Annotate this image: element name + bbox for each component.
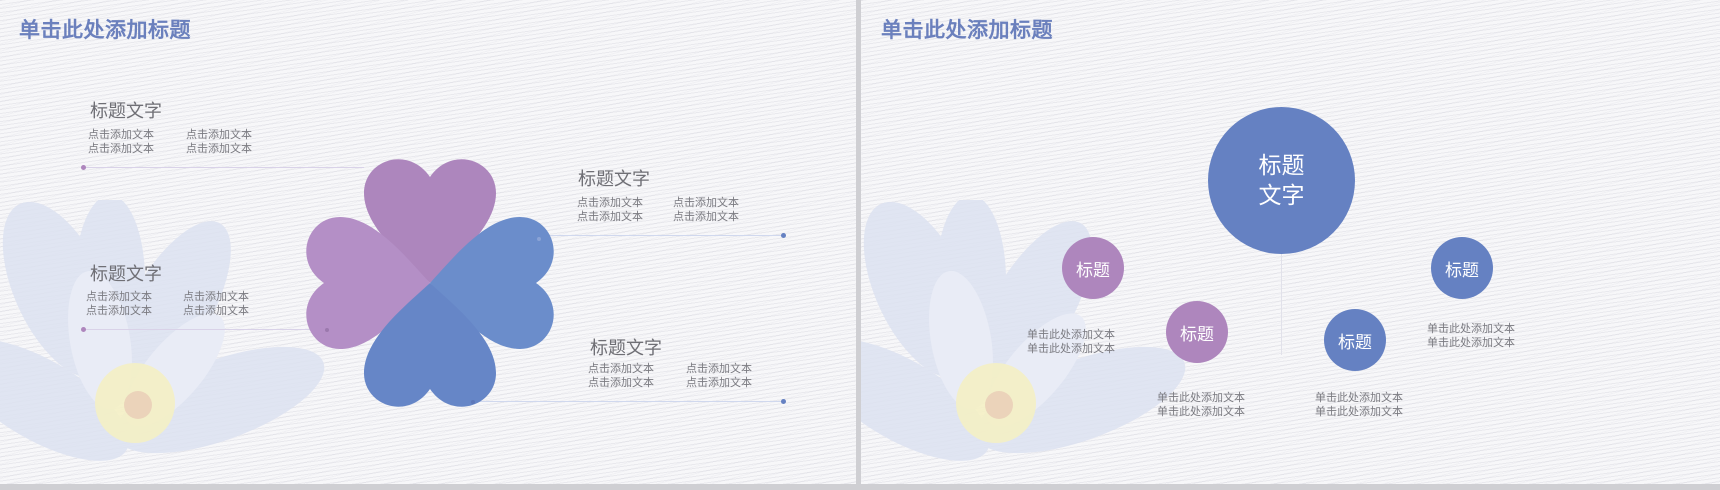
slide-title[interactable]: 单击此处添加标题 bbox=[881, 14, 1053, 44]
connector-dot bbox=[81, 327, 86, 332]
block-heading[interactable]: 标题文字 bbox=[90, 260, 162, 286]
block-text[interactable]: 点击添加文本 点击添加文本 bbox=[86, 290, 152, 318]
slide-title[interactable]: 单击此处添加标题 bbox=[19, 14, 191, 44]
bubble-caption[interactable]: 单击此处添加文本 单击此处添加文本 bbox=[1157, 391, 1245, 419]
slide-thumbnail-1[interactable]: 单击此处添加标题 标题文字 点击添加文本 点击添加文本 点击添加文本 点击添加文… bbox=[0, 0, 856, 484]
title-bubble[interactable]: 标题 bbox=[1324, 309, 1386, 371]
title-bubble[interactable]: 标题 bbox=[1166, 301, 1228, 363]
block-heading[interactable]: 标题文字 bbox=[590, 334, 662, 360]
block-text[interactable]: 点击添加文本 点击添加文本 bbox=[577, 196, 643, 224]
connector-dot bbox=[781, 233, 786, 238]
center-title-bubble[interactable]: 标题 文字 bbox=[1208, 107, 1355, 254]
four-leaf-heart-clover[interactable] bbox=[296, 142, 564, 425]
lotus-flower-illustration bbox=[0, 200, 325, 461]
connector-line bbox=[545, 235, 785, 236]
bubble-caption[interactable]: 单击此处添加文本 单击此处添加文本 bbox=[1027, 328, 1115, 356]
block-heading[interactable]: 标题文字 bbox=[90, 97, 162, 123]
block-text[interactable]: 点击添加文本 点击添加文本 bbox=[183, 290, 249, 318]
bubble-caption[interactable]: 单击此处添加文本 单击此处添加文本 bbox=[1427, 322, 1515, 350]
block-text[interactable]: 点击添加文本 点击添加文本 bbox=[686, 362, 752, 390]
bubble-caption[interactable]: 单击此处添加文本 单击此处添加文本 bbox=[1315, 391, 1403, 419]
block-text[interactable]: 点击添加文本 点击添加文本 bbox=[673, 196, 739, 224]
block-text[interactable]: 点击添加文本 点击添加文本 bbox=[88, 128, 154, 156]
title-bubble[interactable]: 标题 bbox=[1062, 237, 1124, 299]
connector-dot bbox=[81, 165, 86, 170]
title-bubble[interactable]: 标题 bbox=[1431, 237, 1493, 299]
connector-line bbox=[1281, 250, 1282, 355]
block-text[interactable]: 点击添加文本 点击添加文本 bbox=[186, 128, 252, 156]
block-text[interactable]: 点击添加文本 点击添加文本 bbox=[588, 362, 654, 390]
connector-dot bbox=[781, 399, 786, 404]
connector-line bbox=[84, 329, 329, 330]
slide-sorter: 单击此处添加标题 标题文字 点击添加文本 点击添加文本 点击添加文本 点击添加文… bbox=[0, 0, 1720, 490]
block-heading[interactable]: 标题文字 bbox=[578, 165, 650, 191]
slide-thumbnail-2[interactable]: 单击此处添加标题 标题 文字 标题 单击此处添加文本 单击此处添加文本 标题 单… bbox=[861, 0, 1720, 484]
